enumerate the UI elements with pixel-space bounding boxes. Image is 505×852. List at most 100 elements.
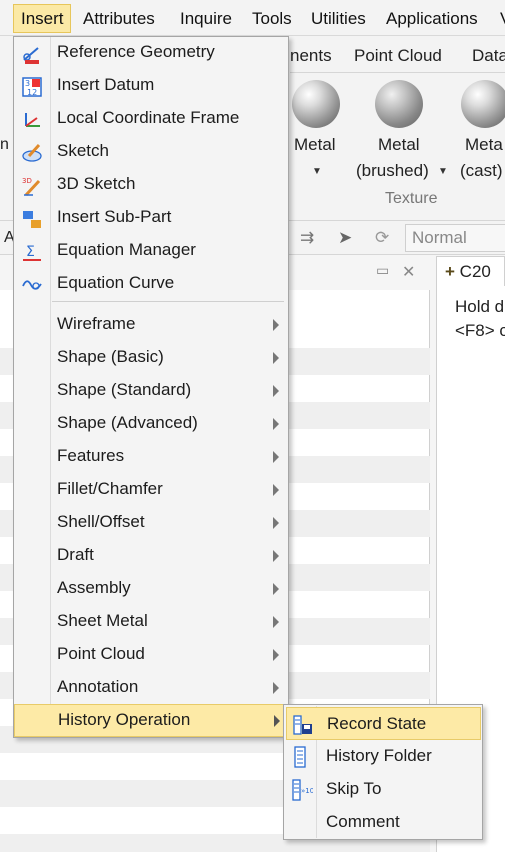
submenu-arrow-icon <box>274 715 280 727</box>
metal-cast-material-swatch[interactable] <box>461 80 505 128</box>
ribbon-tab-point-cloud[interactable]: Point Cloud <box>354 46 442 66</box>
menu-bar: Insert Attributes Inquire Tools Utilitie… <box>0 0 505 36</box>
ribbon-tab-components[interactable]: nents <box>290 46 332 66</box>
menu-attributes[interactable]: Attributes <box>83 4 155 33</box>
submenu-arrow-icon <box>273 616 279 628</box>
prompt-text-line2: <F8> c <box>455 321 505 340</box>
datum-icon: 312 <box>22 77 42 97</box>
svg-text:12: 12 <box>27 88 37 97</box>
close-panel-icon[interactable]: ✕ <box>402 262 415 282</box>
menu-item-3d-sketch[interactable]: 3D 3D Sketch <box>14 169 289 202</box>
menu-item-equation-manager[interactable]: Σ Equation Manager <box>14 235 289 268</box>
rotate-view-icon[interactable]: ⟳ <box>375 228 389 248</box>
submenu-item-history-folder[interactable]: History Folder <box>286 740 481 773</box>
menu-view[interactable]: V <box>500 4 505 33</box>
svg-text:3: 3 <box>25 79 30 88</box>
menu-item-reference-geometry[interactable]: Reference Geometry <box>14 37 289 70</box>
restore-panel-icon[interactable]: ▭ <box>376 262 389 279</box>
menu-item-label: Equation Manager <box>57 240 196 259</box>
submenu-arrow-icon <box>273 517 279 529</box>
tab-c20-label: C20 <box>459 262 491 281</box>
menu-item-equation-curve[interactable]: Equation Curve <box>14 268 289 301</box>
menu-utilities[interactable]: Utilities <box>311 4 366 33</box>
svg-text:3D: 3D <box>22 177 32 185</box>
equation-curve-icon <box>22 280 42 290</box>
metal-brushed-material-swatch[interactable] <box>375 80 423 128</box>
chevron-down-icon[interactable]: ▼ <box>312 166 322 177</box>
menu-item-shape-standard[interactable]: Shape (Standard) <box>14 375 289 408</box>
menu-item-shape-advanced[interactable]: Shape (Advanced) <box>14 408 289 441</box>
menu-item-label: Shape (Basic) <box>57 347 164 366</box>
menu-item-label: Assembly <box>57 578 131 597</box>
submenu-arrow-icon <box>273 352 279 364</box>
menu-item-label: Draft <box>57 545 94 564</box>
equation-manager-icon: Σ <box>23 244 41 261</box>
metal-material-swatch[interactable] <box>292 80 340 128</box>
menu-applications[interactable]: Applications <box>386 4 478 33</box>
ribbon-group-texture: Texture <box>385 190 438 207</box>
material-metal-brushed-sublabel[interactable]: (brushed) <box>356 161 429 181</box>
menu-item-shape-basic[interactable]: Shape (Basic) <box>14 342 289 375</box>
menu-item-insert-sub-part[interactable]: Insert Sub-Part <box>14 202 289 235</box>
menu-item-shell-offset[interactable]: Shell/Offset <box>14 507 289 540</box>
submenu-item-comment[interactable]: Comment <box>286 806 481 839</box>
menu-item-insert-datum[interactable]: 3 12 Insert Datum <box>14 70 289 103</box>
plus-icon: + <box>445 262 455 281</box>
submenu-item-skip-to[interactable]: »10 Skip To <box>286 773 481 806</box>
submenu-arrow-icon <box>273 649 279 661</box>
menu-item-assembly[interactable]: Assembly <box>14 573 289 606</box>
ribbon-left-fragment: n <box>0 136 9 153</box>
material-metal-label[interactable]: Metal <box>294 135 336 155</box>
menu-item-label: Features <box>57 446 125 465</box>
history-folder-icon <box>294 746 306 768</box>
submenu-arrow-icon <box>273 451 279 463</box>
menu-item-features[interactable]: Features <box>14 441 289 474</box>
submenu-item-label: Skip To <box>326 779 382 798</box>
menu-item-fillet-chamfer[interactable]: Fillet/Chamfer <box>14 474 289 507</box>
menu-item-annotation[interactable]: Annotation <box>14 672 289 705</box>
display-mode-select[interactable]: Normal <box>405 224 505 252</box>
menu-item-label: Reference Geometry <box>57 42 215 61</box>
menu-insert[interactable]: Insert <box>13 4 71 33</box>
menu-item-label: Wireframe <box>57 314 136 333</box>
material-metal-cast-label[interactable]: Meta <box>465 135 503 155</box>
tab-c20[interactable]: + C20 <box>436 256 505 287</box>
menu-item-label: Shape (Advanced) <box>57 413 198 432</box>
submenu-arrow-icon <box>273 418 279 430</box>
submenu-arrow-icon <box>273 319 279 331</box>
menu-item-label: History Operation <box>58 710 191 729</box>
submenu-item-label: History Folder <box>326 746 432 765</box>
filter-icon[interactable]: ⇉ <box>300 228 314 248</box>
skip-to-icon: »10 <box>292 779 313 801</box>
submenu-arrow-icon <box>273 385 279 397</box>
menu-item-label: Equation Curve <box>57 273 175 292</box>
chevron-down-icon[interactable]: ▼ <box>438 166 448 177</box>
menu-item-label: Fillet/Chamfer <box>57 479 163 498</box>
coordinate-frame-icon <box>25 113 40 127</box>
menu-item-history-operation[interactable]: History Operation <box>14 704 289 737</box>
ribbon-tab-data[interactable]: Data <box>472 46 505 66</box>
menu-item-label: Annotation <box>57 677 139 696</box>
menu-item-wireframe[interactable]: Wireframe <box>14 309 289 342</box>
menu-separator <box>52 301 284 302</box>
menu-inquire[interactable]: Inquire <box>180 4 232 33</box>
submenu-arrow-icon <box>273 550 279 562</box>
submenu-item-record-state[interactable]: Record State <box>286 707 481 740</box>
menu-item-sheet-metal[interactable]: Sheet Metal <box>14 606 289 639</box>
menu-item-label: 3D Sketch <box>57 174 136 193</box>
material-metal-brushed-label[interactable]: Metal <box>378 135 420 155</box>
material-metal-cast-sublabel[interactable]: (cast) <box>460 161 503 181</box>
menu-item-sketch[interactable]: Sketch <box>14 136 289 169</box>
sketch-icon <box>22 143 42 162</box>
menu-item-label: Point Cloud <box>57 644 145 663</box>
sub-part-icon <box>23 211 41 228</box>
submenu-item-label: Record State <box>327 714 427 733</box>
menu-item-label: Shell/Offset <box>57 512 145 531</box>
menu-item-draft[interactable]: Draft <box>14 540 289 573</box>
menu-item-label: Sketch <box>57 141 109 160</box>
cursor-icon[interactable]: ➤ <box>338 228 352 248</box>
menu-tools[interactable]: Tools <box>252 4 292 33</box>
menu-item-point-cloud[interactable]: Point Cloud <box>14 639 289 672</box>
3d-sketch-icon: 3D <box>22 177 41 197</box>
menu-item-local-coordinate-frame[interactable]: Local Coordinate Frame <box>14 103 289 136</box>
